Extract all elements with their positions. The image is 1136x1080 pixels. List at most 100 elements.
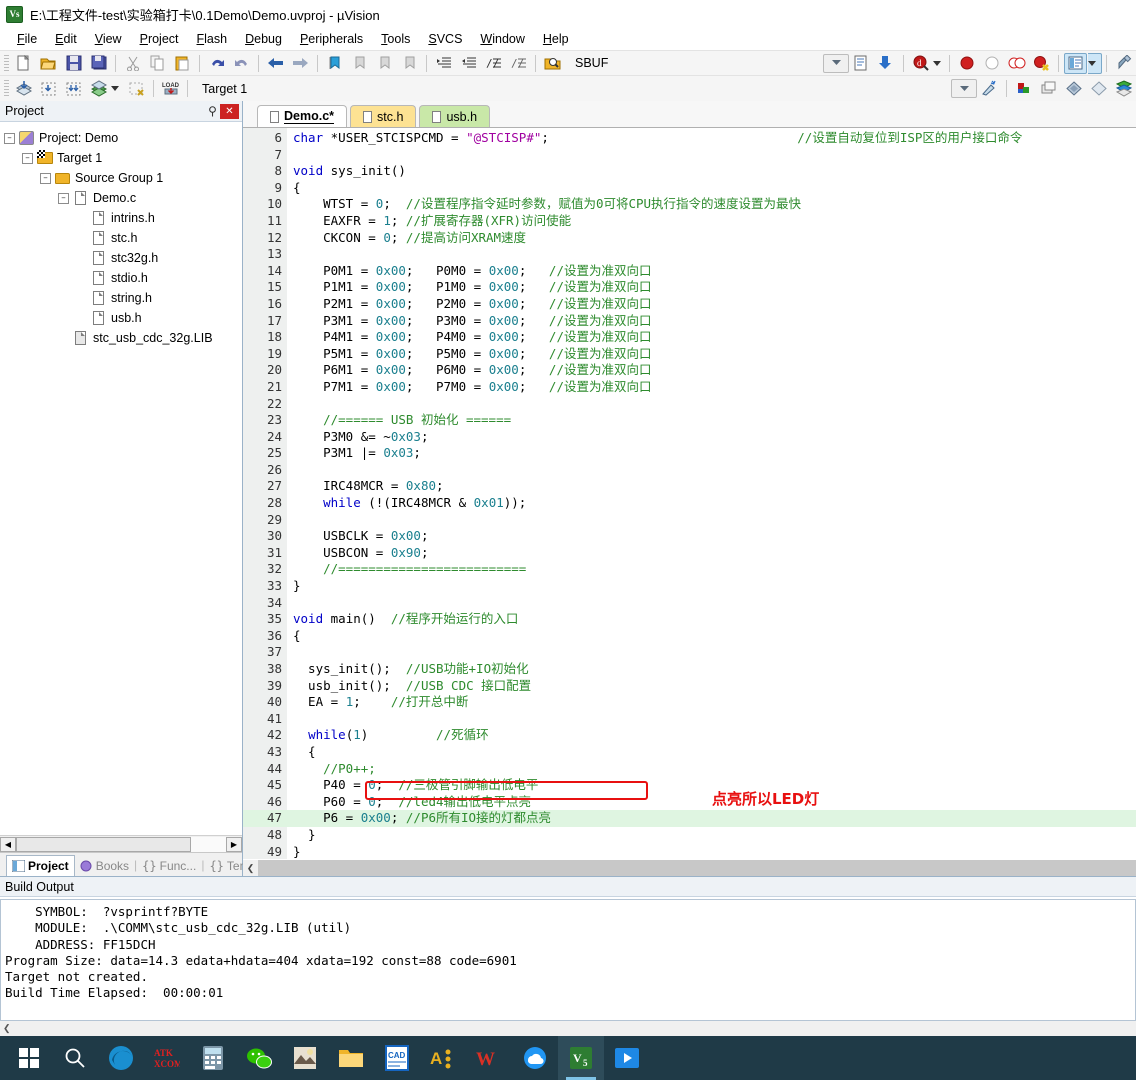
code-line[interactable]: }: [287, 578, 1136, 595]
menu-item-window[interactable]: Window: [471, 30, 533, 48]
code-line[interactable]: //=========================: [287, 561, 1136, 578]
scroll-right-icon[interactable]: ▶: [226, 836, 242, 852]
file-explorer-icon[interactable]: [328, 1036, 374, 1080]
multi-project-alt-icon[interactable]: [1087, 78, 1110, 99]
code-line[interactable]: [287, 462, 1136, 479]
tree-item[interactable]: – Source Group 1: [4, 168, 242, 188]
start-button[interactable]: [6, 1036, 52, 1080]
menu-item-file[interactable]: File: [8, 30, 46, 48]
code-line[interactable]: //====== USB 初始化 ======: [287, 412, 1136, 429]
tree-expander-icon[interactable]: –: [4, 132, 15, 144]
toolbar-grip[interactable]: [4, 80, 9, 97]
altium-icon[interactable]: A: [420, 1036, 466, 1080]
tree-item[interactable]: stc32g.h: [4, 248, 242, 268]
code-line[interactable]: P0M1 = 0x00; P0M0 = 0x00; //设置为准双向口: [287, 263, 1136, 280]
code-line[interactable]: P3M1 = 0x00; P3M0 = 0x00; //设置为准双向口: [287, 313, 1136, 330]
hscroll-track[interactable]: [191, 836, 226, 852]
project-tree[interactable]: – Project: Demo – Target 1– Source Group 1– D…: [0, 122, 242, 835]
media-player-icon[interactable]: [604, 1036, 650, 1080]
code-line[interactable]: void sys_init(): [287, 163, 1136, 180]
open-file-icon[interactable]: [37, 53, 60, 74]
panel-tab-project[interactable]: Project: [6, 855, 75, 876]
cut-icon[interactable]: [121, 53, 144, 74]
target-options-icon[interactable]: [978, 78, 1001, 99]
jump-to-definition-icon[interactable]: [875, 53, 898, 74]
manage-run-time-icon[interactable]: [1037, 78, 1060, 99]
code-view[interactable]: 6 7 8 9 10 11 12 13 14 15 16 17 18 19 20 21 22 23 24 25 26 27…: [243, 128, 1136, 859]
breakpoint-icon[interactable]: [955, 53, 978, 74]
menu-item-tools[interactable]: Tools: [372, 30, 419, 48]
search-combo-value[interactable]: SBUF: [565, 56, 608, 70]
indent-icon[interactable]: [432, 53, 455, 74]
navigate-forward-icon[interactable]: [289, 53, 312, 74]
code-line[interactable]: }: [287, 827, 1136, 844]
find-in-files-icon[interactable]: [541, 53, 564, 74]
code-line[interactable]: P1M1 = 0x00; P1M0 = 0x00; //设置为准双向口: [287, 279, 1136, 296]
project-window-icon[interactable]: [1064, 52, 1087, 74]
tree-expander-icon[interactable]: –: [22, 152, 33, 164]
undo-icon[interactable]: [205, 53, 228, 74]
tree-item[interactable]: stc.h: [4, 228, 242, 248]
wps-icon[interactable]: W: [466, 1036, 512, 1080]
save-all-icon[interactable]: [87, 53, 110, 74]
code-line[interactable]: P7M1 = 0x00; P7M0 = 0x00; //设置为准双向口: [287, 379, 1136, 396]
bookmark-clear-icon[interactable]: [398, 53, 421, 74]
tree-item[interactable]: usb.h: [4, 308, 242, 328]
toolbar-grip[interactable]: [4, 54, 9, 72]
build-output-text[interactable]: SYMBOL: ?vsprintf?BYTE MODULE: .\COMM\st…: [0, 899, 1136, 1021]
bookmark-next-icon[interactable]: [373, 53, 396, 74]
manage-project-items-icon[interactable]: [1012, 78, 1035, 99]
panel-tab-books[interactable]: Books: [75, 855, 134, 876]
editor-tab-stch[interactable]: stc.h: [350, 105, 417, 127]
code-line[interactable]: USBCON = 0x90;: [287, 545, 1136, 562]
uncomment-lines-icon[interactable]: //: [507, 53, 530, 74]
multi-project-icon[interactable]: [1062, 78, 1085, 99]
editor-hscrollbar[interactable]: ❮: [243, 859, 1136, 876]
code-line[interactable]: [287, 246, 1136, 263]
breakpoint-disable-all-icon[interactable]: [1005, 53, 1028, 74]
download-icon[interactable]: LOAD: [159, 78, 182, 99]
code-line[interactable]: USBCLK = 0x00;: [287, 528, 1136, 545]
menu-item-help[interactable]: Help: [534, 30, 578, 48]
wechat-icon[interactable]: [236, 1036, 282, 1080]
menu-item-project[interactable]: Project: [131, 30, 188, 48]
code-line[interactable]: P5M1 = 0x00; P5M0 = 0x00; //设置为准双向口: [287, 346, 1136, 363]
code-line[interactable]: IRC48MCR = 0x80;: [287, 478, 1136, 495]
breakpoint-kill-all-icon[interactable]: [1030, 53, 1053, 74]
hscroll-thumb[interactable]: [16, 836, 191, 852]
scroll-left-icon[interactable]: ◀: [0, 836, 16, 852]
navigate-back-icon[interactable]: [264, 53, 287, 74]
editor-tab-democ[interactable]: Demo.c*: [257, 105, 348, 127]
debug-search-icon[interactable]: d: [909, 53, 932, 74]
code-line[interactable]: }: [287, 844, 1136, 859]
code-text[interactable]: char *USER_STCISPCMD = "@STCISP#"; //设置自…: [287, 128, 1136, 859]
menu-item-peripherals[interactable]: Peripherals: [291, 30, 372, 48]
code-line[interactable]: CKCON = 0; //提高访问XRAM速度: [287, 230, 1136, 247]
menu-item-view[interactable]: View: [86, 30, 131, 48]
code-line[interactable]: usb_init(); //USB CDC 接口配置: [287, 678, 1136, 695]
project-window-dropdown[interactable]: [1088, 52, 1102, 74]
scroll-left-icon[interactable]: ❮: [3, 1023, 11, 1034]
code-line[interactable]: WTST = 0; //设置程序指令延时参数，赋值为0可将CPU执行指令的速度设…: [287, 196, 1136, 213]
build-output-hscrollbar[interactable]: ❮: [0, 1021, 1136, 1036]
code-line[interactable]: P3M1 |= 0x03;: [287, 445, 1136, 462]
project-panel-hscrollbar[interactable]: ◀ ▶: [0, 835, 242, 852]
calculator-icon[interactable]: [190, 1036, 236, 1080]
code-line[interactable]: P3M0 &= ~0x03;: [287, 429, 1136, 446]
code-line[interactable]: sys_init(); //USB功能+IO初始化: [287, 661, 1136, 678]
batch-build-icon[interactable]: [62, 78, 85, 99]
code-line[interactable]: void main() //程序开始运行的入口: [287, 611, 1136, 628]
close-icon[interactable]: ✕: [220, 103, 239, 119]
scroll-left-icon[interactable]: ❮: [243, 860, 258, 876]
code-line[interactable]: [287, 595, 1136, 612]
cloud-drive-icon[interactable]: [512, 1036, 558, 1080]
photo-app-icon[interactable]: [282, 1036, 328, 1080]
tree-item[interactable]: – Project: Demo: [4, 128, 242, 148]
code-line[interactable]: while (!(IRC48MCR & 0x01));: [287, 495, 1136, 512]
code-line[interactable]: P4M1 = 0x00; P4M0 = 0x00; //设置为准双向口: [287, 329, 1136, 346]
tree-item[interactable]: intrins.h: [4, 208, 242, 228]
menu-item-flash[interactable]: Flash: [188, 30, 237, 48]
debug-search-dropdown[interactable]: [933, 60, 945, 66]
pin-icon[interactable]: ⚲: [205, 104, 220, 119]
search-icon[interactable]: [52, 1036, 98, 1080]
